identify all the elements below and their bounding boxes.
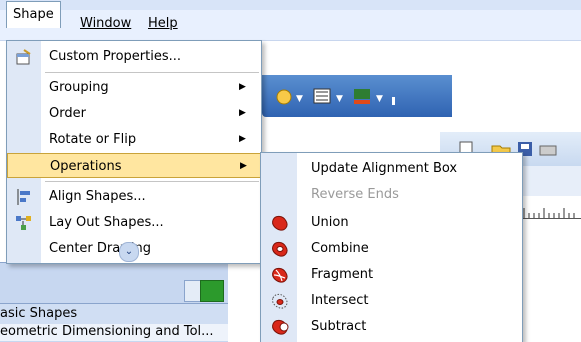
menu-item-update-alignment-box[interactable]: Update Alignment Box [261, 156, 522, 182]
panel-check-button[interactable] [200, 280, 224, 302]
menu-window[interactable]: Window [74, 10, 137, 38]
menu-separator [45, 72, 259, 73]
combine-icon [272, 241, 288, 257]
submenu-arrow-icon: ▶ [239, 134, 246, 144]
svg-text:▼: ▼ [296, 94, 303, 104]
menu-help-label: Help [148, 16, 178, 31]
menu-item-intersect[interactable]: Intersect [261, 288, 522, 314]
menu-item-label: Align Shapes... [49, 189, 146, 204]
menu-item-label: Order [49, 106, 86, 121]
fill-color-icon[interactable]: ▼ [276, 89, 303, 105]
menu-item-label: Update Alignment Box [311, 161, 458, 176]
ruler-ticks [523, 208, 575, 218]
print-icon[interactable] [539, 145, 557, 156]
svg-text:▼: ▼ [376, 94, 383, 104]
intersect-icon [272, 293, 288, 309]
menu-item-label: Operations [50, 159, 122, 174]
stencil-item[interactable]: eometric Dimensioning and Tol... [0, 324, 228, 341]
menu-help[interactable]: Help [142, 10, 184, 38]
menu-shape-label: Shape [13, 7, 54, 22]
toolbar-options-icon[interactable] [392, 97, 395, 105]
menu-item-label: Intersect [311, 293, 369, 308]
menu-item-grouping[interactable]: Grouping ▶ [7, 75, 261, 100]
menu-item-label: Subtract [311, 319, 367, 334]
menu-item-operations[interactable]: Operations ▶ [7, 153, 261, 178]
align-shapes-icon [17, 189, 30, 205]
menu-item-reverse-ends: Reverse Ends [261, 182, 522, 208]
properties-icon [16, 49, 31, 65]
menu-item-label: Union [311, 215, 349, 230]
union-icon [272, 215, 288, 231]
shape-menu: Custom Properties... Grouping ▶ Order ▶ … [6, 40, 262, 264]
menu-item-order[interactable]: Order ▶ [7, 101, 261, 126]
stencil-header-label: asic Shapes [0, 306, 78, 321]
menu-item-union[interactable]: Union [261, 210, 522, 236]
formatting-toolbar: ▼ ▼ ▼ [262, 75, 452, 117]
ruler [520, 198, 581, 219]
menu-window-label: Window [80, 16, 132, 31]
pattern-icon[interactable]: ▼ [313, 88, 343, 104]
menu-bar: Window Help [0, 10, 581, 41]
subtract-icon [272, 319, 289, 335]
submenu-arrow-icon: ▶ [239, 82, 246, 92]
line-color-icon[interactable]: ▼ [354, 89, 383, 104]
menu-item-align-shapes[interactable]: Align Shapes... [7, 184, 261, 209]
submenu-arrow-icon: ▶ [239, 108, 246, 118]
menu-item-label: Rotate or Flip [49, 132, 137, 147]
menu-separator [45, 181, 259, 182]
menu-item-label: Custom Properties... [49, 49, 182, 64]
toolbar-icons: ▼ ▼ ▼ [276, 88, 395, 105]
menu-item-fragment[interactable]: Fragment [261, 262, 522, 288]
menu-item-label: Grouping [49, 80, 109, 95]
chevron-down-icon[interactable]: ⌄ [119, 242, 139, 262]
submenu-arrow-icon: ▶ [240, 161, 247, 171]
menu-item-label: Lay Out Shapes... [49, 215, 164, 230]
stencil-item-label: eometric Dimensioning and Tol... [0, 324, 214, 339]
svg-text:▼: ▼ [336, 94, 343, 104]
menu-item-label: Fragment [311, 267, 374, 282]
menu-item-subtract[interactable]: Subtract [261, 314, 522, 340]
menu-item-custom-properties[interactable]: Custom Properties... [7, 44, 261, 69]
operations-submenu: Update Alignment Box Reverse Ends Union … [260, 152, 523, 342]
title-bar [0, 0, 581, 10]
layout-shapes-icon [16, 216, 31, 230]
stencil-header[interactable]: asic Shapes [0, 303, 228, 325]
menu-item-label: Reverse Ends [311, 187, 399, 202]
menu-shape[interactable]: Shape [6, 1, 61, 28]
menu-item-combine[interactable]: Combine [261, 236, 522, 262]
menu-item-label: Combine [311, 241, 369, 256]
menu-item-lay-out-shapes[interactable]: Lay Out Shapes... [7, 210, 261, 235]
menu-item-rotate-or-flip[interactable]: Rotate or Flip ▶ [7, 127, 261, 152]
fragment-icon [272, 267, 288, 283]
